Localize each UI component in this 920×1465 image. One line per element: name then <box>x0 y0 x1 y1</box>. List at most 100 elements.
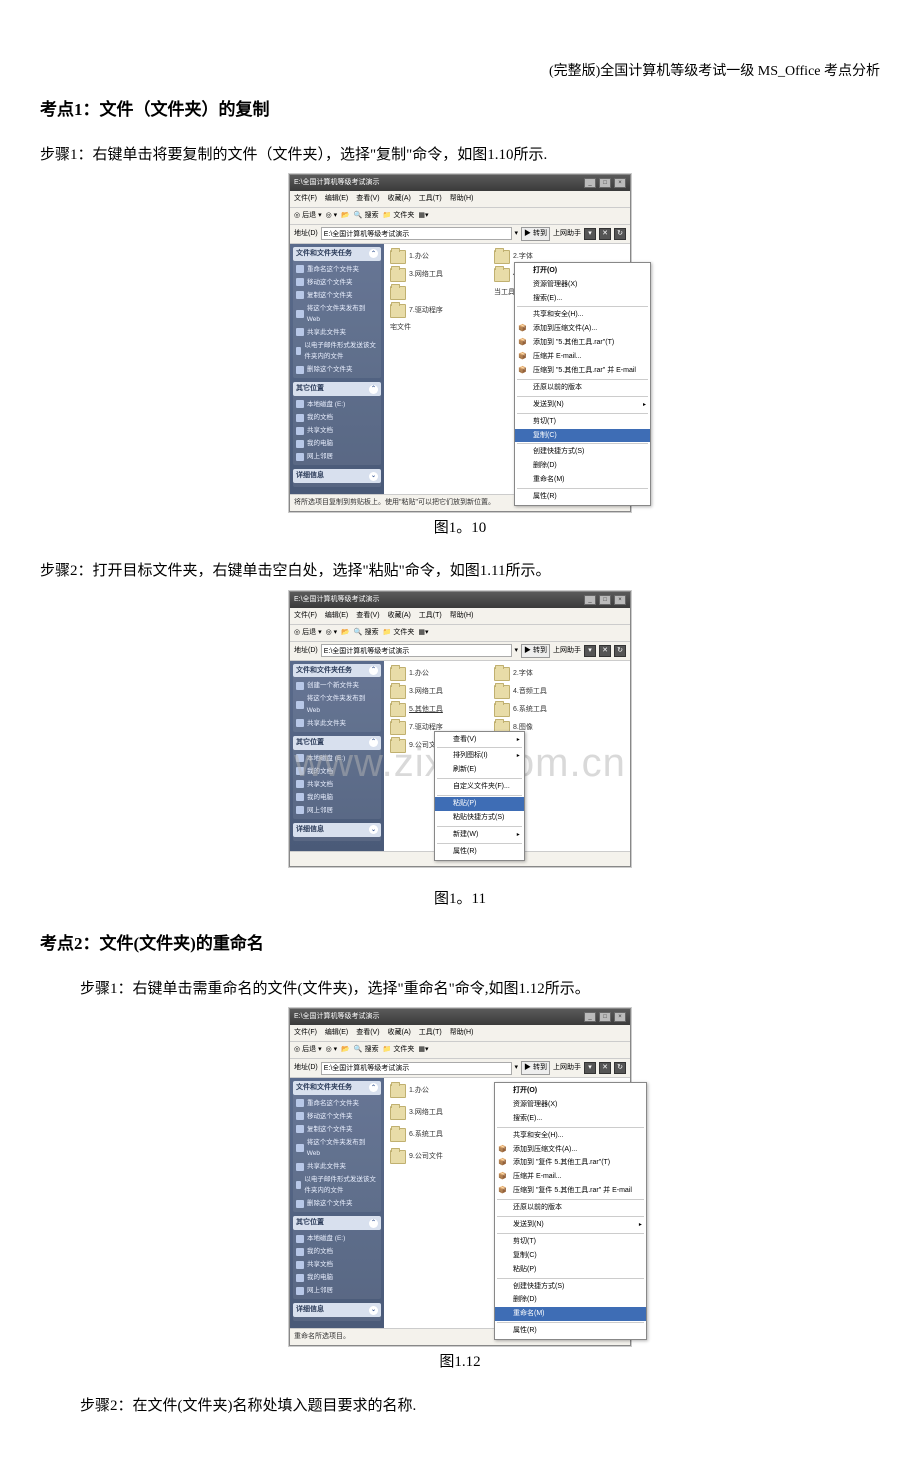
ctx-zipmail[interactable]: 📦压缩并 E-mail... <box>515 350 650 364</box>
place-item[interactable]: 网上邻居 <box>296 804 378 817</box>
menu-edit[interactable]: 编辑(E) <box>325 612 348 619</box>
ctx-copy[interactable]: 复制(C) <box>495 1249 646 1263</box>
back-button[interactable]: ◎ 后退 ▾ <box>294 1044 322 1056</box>
menu-tools[interactable]: 工具(T) <box>419 1029 442 1036</box>
toolbar[interactable]: ◎ 后退 ▾ ◎ ▾ 📂 🔍 搜索 📁 文件夹 ▦▾ <box>290 208 630 225</box>
maximize-icon[interactable]: □ <box>599 1012 611 1022</box>
folders-button[interactable]: 📁 文件夹 <box>383 210 415 222</box>
menu-view[interactable]: 查看(V) <box>356 195 379 202</box>
context-menu[interactable]: 打开(O) 资源管理器(X) 搜索(E)... 共享和安全(H)... 📦添加到… <box>494 1082 647 1340</box>
menu-help[interactable]: 帮助(H) <box>450 1029 474 1036</box>
ctx-prop[interactable]: 属性(R) <box>495 1324 646 1338</box>
menu-help[interactable]: 帮助(H) <box>450 612 474 619</box>
maximize-icon[interactable]: □ <box>599 595 611 605</box>
address-input[interactable] <box>321 1062 512 1075</box>
folder-item[interactable]: 6.系统工具 <box>494 703 586 717</box>
task-item[interactable]: 将这个文件夹发布到 Web <box>296 1136 378 1160</box>
ctx-shortcut[interactable]: 创建快捷方式(S) <box>495 1280 646 1294</box>
place-item[interactable]: 共享文档 <box>296 424 378 437</box>
task-item[interactable]: 共享此文件夹 <box>296 717 378 730</box>
dropdown-icon[interactable]: ▾ <box>515 228 519 240</box>
helper-icon-2[interactable]: ✕ <box>599 645 611 657</box>
place-item[interactable]: 共享文档 <box>296 778 378 791</box>
place-item[interactable]: 本地磁盘 (E:) <box>296 1232 378 1245</box>
forward-button[interactable]: ◎ ▾ <box>326 627 338 639</box>
folder-item[interactable]: 2.字体 <box>494 667 586 681</box>
task-item[interactable]: 共享此文件夹 <box>296 1160 378 1173</box>
menubar[interactable]: 文件(F) 编辑(E) 查看(V) 收藏(A) 工具(T) 帮助(H) <box>290 608 630 625</box>
task-item[interactable]: 删除这个文件夹 <box>296 1197 378 1210</box>
helper-icon-1[interactable]: ▾ <box>584 228 596 240</box>
search-button[interactable]: 🔍 搜索 <box>354 210 379 222</box>
place-item[interactable]: 我的文档 <box>296 765 378 778</box>
task-item[interactable]: 共享此文件夹 <box>296 326 378 339</box>
ctx-zipmail2[interactable]: 📦压缩到 "复件 5.其他工具.rar" 并 E-mail <box>495 1184 646 1198</box>
ctx-zipmail2[interactable]: 📦压缩到 "5.其他工具.rar" 并 E-mail <box>515 364 650 378</box>
go-button[interactable]: ▶ 转到 <box>521 644 550 658</box>
place-item[interactable]: 本地磁盘 (E:) <box>296 398 378 411</box>
ctx-explorer[interactable]: 资源管理器(X) <box>495 1098 646 1112</box>
place-item[interactable]: 我的电脑 <box>296 1271 378 1284</box>
task-item[interactable]: 移动这个文件夹 <box>296 1110 378 1123</box>
task-item[interactable]: 将这个文件夹发布到 Web <box>296 302 378 326</box>
place-item[interactable]: 我的电脑 <box>296 437 378 450</box>
task-item[interactable]: 重命名这个文件夹 <box>296 263 378 276</box>
ctx-open[interactable]: 打开(O) <box>495 1084 646 1098</box>
folder-item[interactable]: 1.办公 <box>390 667 482 681</box>
ctx-prop[interactable]: 属性(R) <box>435 845 524 859</box>
search-button[interactable]: 🔍 搜索 <box>354 627 379 639</box>
up-button[interactable]: 📂 <box>341 1044 350 1056</box>
task-item[interactable]: 复制这个文件夹 <box>296 1123 378 1136</box>
main-pane[interactable]: 1.办公 2.字体 3.网络工具 4.音频工具 5.其他工具 6.系统工具 7.… <box>384 661 630 851</box>
address-input[interactable] <box>321 644 512 657</box>
ctx-zipmail[interactable]: 📦压缩并 E-mail... <box>495 1170 646 1184</box>
window-controls[interactable]: _ □ × <box>583 594 626 606</box>
task-item[interactable]: 以电子邮件形式发送该文件夹内的文件 <box>296 1173 378 1197</box>
ctx-new[interactable]: 新建(W)▸ <box>435 828 524 842</box>
task-item[interactable]: 将这个文件夹发布到 Web <box>296 692 378 716</box>
place-item[interactable]: 本地磁盘 (E:) <box>296 752 378 765</box>
up-button[interactable]: 📂 <box>341 210 350 222</box>
folder-item[interactable]: 4.音频工具 <box>494 685 586 699</box>
go-button[interactable]: ▶ 转到 <box>521 1061 550 1075</box>
folder-item[interactable]: 3.网络工具 <box>390 268 482 282</box>
minimize-icon[interactable]: _ <box>584 595 596 605</box>
ctx-open[interactable]: 打开(O) <box>515 264 650 278</box>
task-item[interactable]: 复制这个文件夹 <box>296 289 378 302</box>
ctx-search[interactable]: 搜索(E)... <box>495 1112 646 1126</box>
context-menu[interactable]: 打开(O) 资源管理器(X) 搜索(E)... 共享和安全(H)... 📦添加到… <box>514 262 651 506</box>
task-item[interactable]: 移动这个文件夹 <box>296 276 378 289</box>
place-item[interactable]: 我的文档 <box>296 1245 378 1258</box>
task-item[interactable]: 以电子邮件形式发送该文件夹内的文件 <box>296 339 378 363</box>
menu-view[interactable]: 查看(V) <box>356 612 379 619</box>
menu-view[interactable]: 查看(V) <box>356 1029 379 1036</box>
ctx-cut[interactable]: 剪切(T) <box>515 415 650 429</box>
place-item[interactable]: 我的文档 <box>296 411 378 424</box>
folder-item[interactable]: 1.办公 <box>390 1084 482 1098</box>
ctx-view[interactable]: 查看(V)▸ <box>435 733 524 747</box>
toolbar[interactable]: ◎ 后退 ▾ ◎ ▾ 📂 🔍 搜索 📁 文件夹 ▦▾ <box>290 625 630 642</box>
ctx-explorer[interactable]: 资源管理器(X) <box>515 278 650 292</box>
ctx-paste[interactable]: 粘贴(P) <box>435 797 524 811</box>
forward-button[interactable]: ◎ ▾ <box>326 1044 338 1056</box>
search-button[interactable]: 🔍 搜索 <box>354 1044 379 1056</box>
helper-icon-1[interactable]: ▾ <box>584 645 596 657</box>
task-item[interactable]: 创建一个新文件夹 <box>296 679 378 692</box>
main-pane[interactable]: 1.办公 3.网络工具 6.系统工具 9.公司文件 打开(O) 资源管理器(X)… <box>384 1078 630 1328</box>
context-menu[interactable]: 查看(V)▸ 排列图标(I)▸ 刷新(E) 自定义文件夹(F)... 粘贴(P)… <box>434 731 525 861</box>
address-input[interactable] <box>321 227 512 240</box>
folders-button[interactable]: 📁 文件夹 <box>383 627 415 639</box>
close-icon[interactable]: × <box>614 178 626 188</box>
helper-icon-3[interactable]: ↻ <box>614 1062 626 1074</box>
ctx-share[interactable]: 共享和安全(H)... <box>495 1129 646 1143</box>
ctx-share[interactable]: 共享和安全(H)... <box>515 308 650 322</box>
collapse-icon[interactable]: ⌃ <box>369 385 378 394</box>
ctx-cut[interactable]: 剪切(T) <box>495 1235 646 1249</box>
collapse-icon[interactable]: ⌃ <box>369 666 378 675</box>
menu-tools[interactable]: 工具(T) <box>419 195 442 202</box>
expand-icon[interactable]: ⌄ <box>369 472 378 481</box>
ctx-rename[interactable]: 重命名(M) <box>495 1307 646 1321</box>
up-button[interactable]: 📂 <box>341 627 350 639</box>
ctx-paste-shortcut[interactable]: 粘贴快捷方式(S) <box>435 811 524 825</box>
task-item[interactable]: 删除这个文件夹 <box>296 363 378 376</box>
